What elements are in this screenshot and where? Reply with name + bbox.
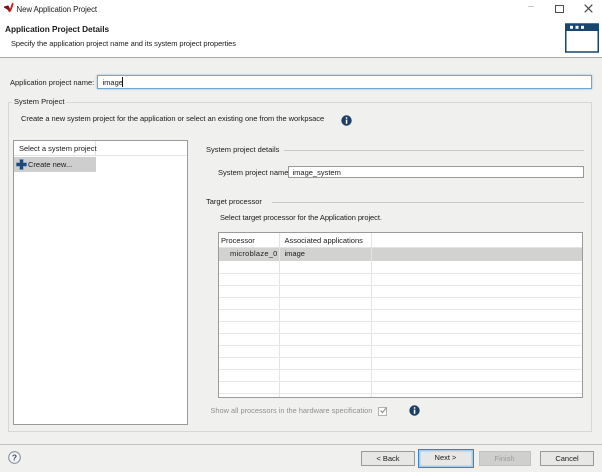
- svg-text:?: ?: [12, 452, 17, 462]
